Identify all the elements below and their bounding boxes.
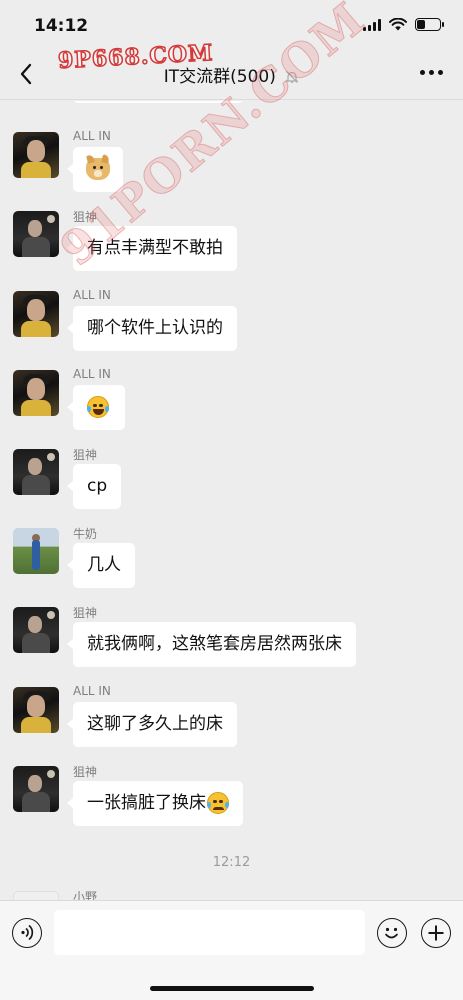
avatar[interactable] <box>13 766 59 812</box>
crying-face-emoji-icon <box>207 792 229 814</box>
avatar[interactable] <box>13 291 59 337</box>
avatar[interactable] <box>13 211 59 257</box>
avatar[interactable] <box>13 891 59 900</box>
more-icon[interactable] <box>420 70 443 75</box>
message-text: 一张搞脏了换床 <box>87 793 206 813</box>
input-bar <box>0 900 463 1000</box>
message-bubble[interactable]: 哪个软件上认识的 <box>67 306 237 351</box>
avatar[interactable] <box>13 449 59 495</box>
message-bubble[interactable]: 几人 <box>67 543 135 588</box>
sender-name: ALL IN <box>73 288 111 302</box>
mute-icon <box>285 71 299 83</box>
sender-name: 狙神 <box>73 210 98 224</box>
wifi-icon <box>389 18 407 31</box>
message-list[interactable]: ALL IN 狙神 有点丰满型不敢拍 ALL IN 哪个软件上认识的 ALL I… <box>0 101 463 900</box>
message-timestamp: 12:12 <box>212 855 251 870</box>
avatar[interactable] <box>13 528 59 574</box>
sender-name: 狙神 <box>73 765 98 779</box>
doge-emoji-icon <box>86 154 110 180</box>
avatar[interactable] <box>13 687 59 733</box>
sender-name: ALL IN <box>73 367 111 381</box>
chat-title: IT交流群(500) <box>163 67 276 87</box>
avatar[interactable] <box>13 607 59 653</box>
message-bubble[interactable]: 就我俩啊，这煞笔套房居然两张床 <box>67 622 356 667</box>
message-bubble[interactable]: cp <box>66 464 122 509</box>
status-time: 14:12 <box>34 16 89 36</box>
avatar[interactable] <box>13 370 59 416</box>
sender-name: ALL IN <box>73 129 111 143</box>
message-bubble[interactable]: 一张搞脏了换床 <box>67 781 243 826</box>
sender-name: ALL IN <box>73 684 111 698</box>
signal-icon <box>363 18 381 31</box>
message-bubble[interactable]: 有点丰满型不敢拍 <box>67 226 237 271</box>
emoji-button[interactable] <box>377 918 407 948</box>
emoji-icon <box>385 927 398 939</box>
avatar[interactable] <box>13 132 59 178</box>
message-bubble[interactable] <box>67 147 123 192</box>
message-bubble[interactable]: 这聊了多久上的床 <box>67 702 237 747</box>
status-bar: 14:12 <box>0 0 463 48</box>
home-indicator <box>150 986 314 991</box>
plus-button[interactable] <box>421 918 451 948</box>
battery-level <box>417 20 425 29</box>
sender-name: 狙神 <box>73 448 98 462</box>
sender-name: 牛奶 <box>73 527 98 541</box>
clipped-bubble <box>73 101 243 103</box>
status-icons <box>363 18 444 31</box>
message-bubble[interactable] <box>67 385 125 430</box>
tears-of-joy-emoji-icon <box>87 396 109 418</box>
voice-icon <box>21 924 34 941</box>
message-input[interactable] <box>54 910 365 955</box>
voice-button[interactable] <box>12 918 42 948</box>
battery-icon <box>415 18 444 31</box>
sender-name: 狙神 <box>73 606 98 620</box>
sender-name: 小野 <box>73 890 98 900</box>
